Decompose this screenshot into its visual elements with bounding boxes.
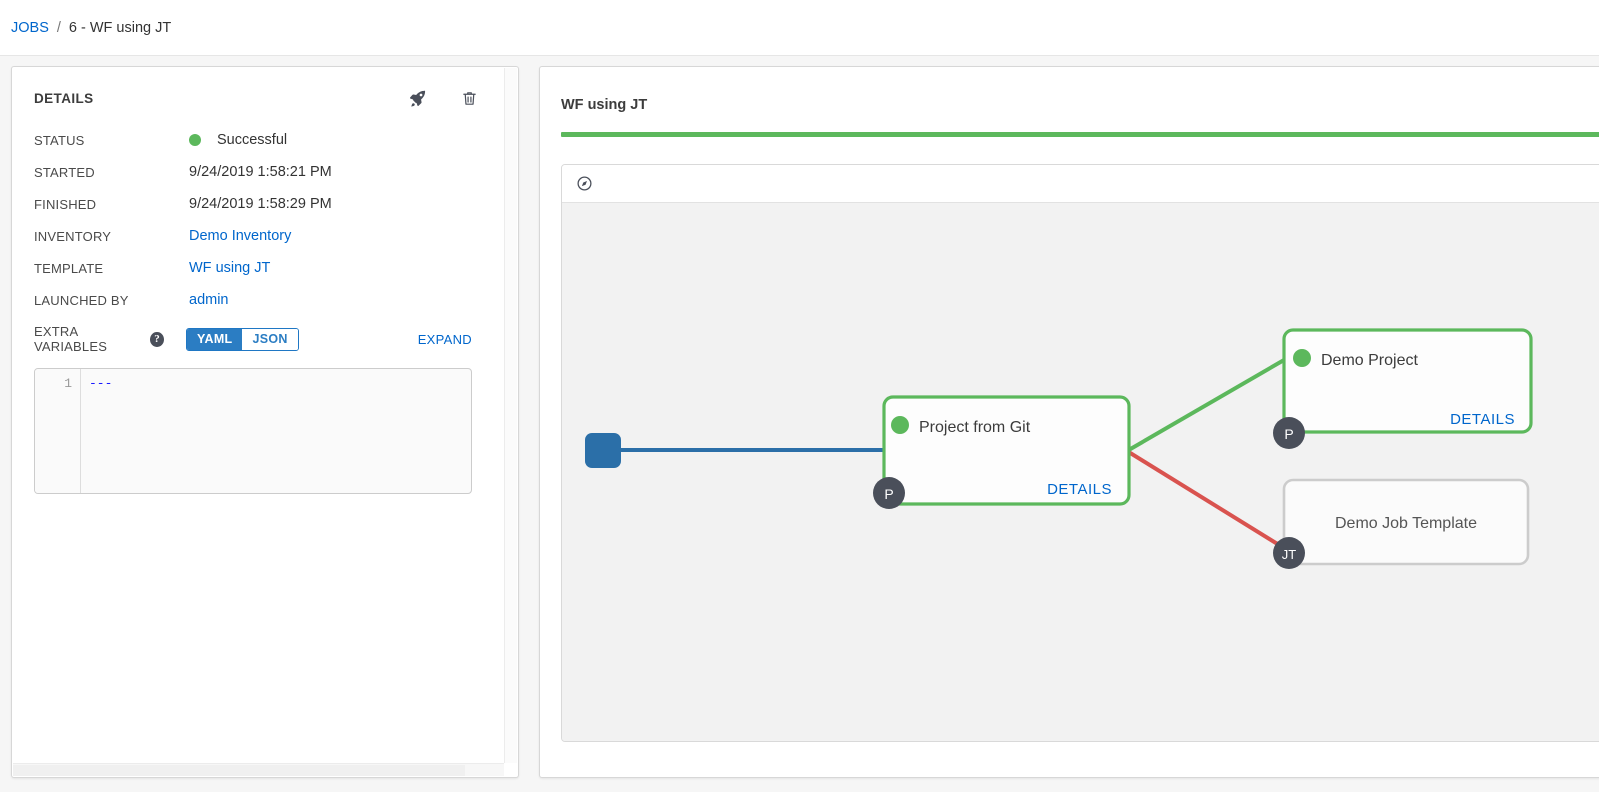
node-status-dot-icon [891,416,909,434]
node-type-badge-label: P [1284,426,1293,442]
editor-line-numbers: 1 [35,369,81,493]
edge-project-from-git-to-demo-job-template [1125,449,1286,550]
detail-row-inventory: INVENTORY Demo Inventory [34,220,494,252]
workflow-graph-canvas[interactable]: Project from Git DETAILS P Demo Project … [562,203,1599,741]
details-horizontal-scrollbar[interactable] [13,763,504,776]
details-vertical-scrollbar[interactable] [504,68,517,763]
extra-variables-label-group: EXTRA VARIABLES ? [34,324,164,354]
extra-variables-editor[interactable]: 1 --- [34,368,472,494]
workflow-node-project-from-git: Project from Git DETAILS P [873,395,1131,509]
node-status-dot-icon [1293,349,1311,367]
workflow-node-demo-project: Demo Project DETAILS P [1273,328,1533,449]
detail-label: EXTRA VARIABLES [34,324,108,354]
details-header-actions [408,89,494,108]
detail-row-started: STARTED 9/24/2019 1:58:21 PM [34,156,494,188]
trash-icon[interactable] [461,89,478,108]
node-type-badge-label: P [884,486,893,502]
breadcrumb-current: 6 - WF using JT [68,19,172,36]
workflow-results-panel: WF using JT TOTAL NODES 3 ELAPSED 00:00:… [539,66,1599,778]
details-header: DETAILS [34,89,494,108]
toggle-option-json[interactable]: JSON [242,328,298,350]
launched-by-link[interactable]: admin [189,292,229,308]
expand-variables-link[interactable]: EXPAND [418,332,494,347]
detail-value: Successful [217,132,288,148]
scrollbar-thumb[interactable] [13,765,465,776]
status-badge: Successful [189,132,287,148]
detail-label: INVENTORY [34,228,112,244]
node-details-link: DETAILS [1450,411,1515,428]
breadcrumb-separator: / [56,19,61,36]
help-icon[interactable]: ? [150,331,164,347]
detail-row-finished: FINISHED 9/24/2019 1:58:29 PM [34,188,494,220]
detail-row-status: STATUS Successful [34,124,494,156]
detail-label: FINISHED [34,196,97,212]
detail-row-template: TEMPLATE WF using JT [34,252,494,284]
node-label: Demo Job Template [1335,515,1477,532]
workflow-node-demo-job-template: Demo Job Template JT [1273,478,1530,569]
editor-content[interactable]: --- [81,369,471,493]
detail-label: TEMPLATE [34,260,104,276]
template-link[interactable]: WF using JT [189,260,270,276]
job-details-panel: DETAILS STATUS Successful STARTED 9/24/2… [11,66,519,778]
detail-label: STATUS [34,132,85,148]
toggle-option-yaml[interactable]: YAML [187,328,243,350]
rocket-icon[interactable] [408,89,427,108]
workflow-status-bar [561,132,1599,137]
detail-label: LAUNCHED BY [34,292,129,308]
breadcrumb-link-jobs[interactable]: JOBS [11,20,49,36]
detail-value: 9/24/2019 1:58:29 PM [189,196,332,212]
status-dot-icon [189,134,201,146]
inventory-link[interactable]: Demo Inventory [189,228,291,244]
workflow-title: WF using JT [561,97,648,113]
graph-toolbar [562,165,1599,203]
workflow-graph-container: Project from Git DETAILS P Demo Project … [561,164,1599,742]
node-type-badge-label: JT [1282,547,1297,562]
node-details-link: DETAILS [1047,481,1112,498]
workflow-header: WF using JT TOTAL NODES 3 ELAPSED 00:00:… [561,93,1599,117]
compass-icon[interactable] [576,175,593,192]
start-node [585,433,621,468]
detail-label: STARTED [34,164,95,180]
variable-format-toggle[interactable]: YAML JSON [186,327,299,351]
page-body: DETAILS STATUS Successful STARTED 9/24/2… [0,56,1599,792]
node-label: Demo Project [1321,352,1418,369]
breadcrumb: JOBS / 6 - WF using JT [0,0,1599,56]
detail-row-launched-by: LAUNCHED BY admin [34,284,494,316]
detail-row-extra-variables: EXTRA VARIABLES ? YAML JSON EXPAND [34,320,494,358]
node-label: Project from Git [919,419,1031,436]
edge-project-from-git-to-demo-project [1125,358,1286,453]
page-title: DETAILS [34,91,94,106]
detail-value: 9/24/2019 1:58:21 PM [189,164,332,180]
workflow-graph-svg: Project from Git DETAILS P Demo Project … [585,328,1533,569]
